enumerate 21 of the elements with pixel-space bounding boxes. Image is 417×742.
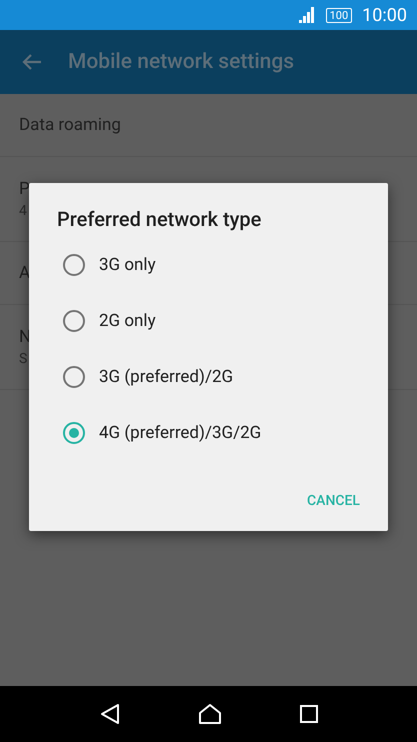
dialog-title: Preferred network type	[57, 207, 262, 231]
radio-button[interactable]	[63, 254, 85, 276]
network-option[interactable]: 3G (preferred)/2G	[29, 349, 388, 405]
clock: 10:00	[362, 4, 407, 26]
network-option[interactable]: 3G only	[29, 237, 388, 293]
radio-button[interactable]	[63, 422, 85, 444]
back-arrow-icon[interactable]	[22, 53, 42, 71]
setting-title[interactable]: P	[19, 179, 30, 199]
cancel-button[interactable]: CANCEL	[301, 485, 366, 517]
network-option[interactable]: 2G only	[29, 293, 388, 349]
recents-icon[interactable]	[298, 704, 318, 724]
radio-button[interactable]	[63, 366, 85, 388]
setting-title[interactable]: Data roaming	[19, 115, 121, 135]
home-icon[interactable]	[198, 703, 222, 725]
network-option[interactable]: 4G (preferred)/3G/2G	[29, 405, 388, 461]
screen-title: Mobile network settings	[68, 50, 294, 74]
back-icon[interactable]	[98, 703, 120, 725]
radio-button[interactable]	[63, 310, 85, 332]
setting-title[interactable]: A	[19, 263, 30, 283]
battery-icon: 100	[326, 8, 352, 22]
signal-icon	[298, 6, 316, 24]
